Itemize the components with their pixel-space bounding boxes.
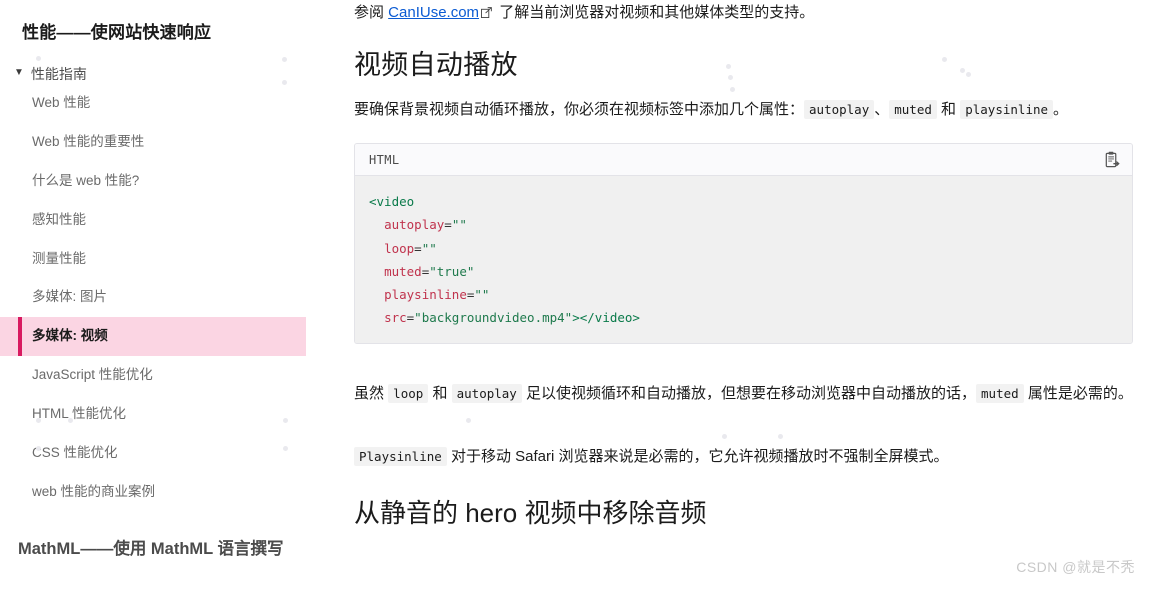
intro-text-after: 了解当前浏览器对视频和其他媒体类型的支持。: [495, 4, 815, 21]
attrs-separator-1: 、: [874, 101, 890, 118]
code-line-2-attr: autoplay: [384, 217, 445, 233]
code-block-header: HTML: [355, 144, 1132, 177]
loop-text-part2: 和: [428, 385, 452, 402]
inline-code-playsinline: playsinline: [960, 100, 1054, 119]
decorative-dot: [730, 87, 735, 92]
inline-code-autoplay: autoplay: [804, 100, 875, 119]
sidebar-item-what-is-web-performance[interactable]: 什么是 web 性能?: [0, 162, 306, 201]
code-line-2-eq: =: [444, 217, 452, 233]
sidebar-section-mathml[interactable]: MathML——使用 MathML 语言撰写: [0, 512, 306, 562]
sidebar-item-measuring-performance[interactable]: 测量性能: [0, 240, 306, 279]
sidebar-item-javascript-performance[interactable]: JavaScript 性能优化: [0, 356, 306, 395]
clipboard-copy-icon[interactable]: [1103, 151, 1120, 169]
code-block-language-label: HTML: [369, 153, 400, 168]
sidebar-group-label: 性能指南: [30, 66, 87, 83]
code-line-5-attr: playsinline: [384, 286, 467, 302]
heading-remove-audio: 从静音的 hero 视频中移除音频: [354, 497, 707, 528]
paragraph-required-attributes: 要确保背景视频自动循环播放，你必须在视频标签中添加几个属性： autoplay、 m…: [354, 97, 1133, 123]
sidebar: 性能——使网站快速响应 ▼ 性能指南 Web 性能 Web 性能的重要性 什么是…: [0, 0, 306, 591]
sidebar-item-business-case[interactable]: web 性能的商业案例: [0, 473, 306, 512]
attrs-text-end: 。: [1053, 101, 1069, 118]
code-line-4-attr: muted: [384, 263, 422, 279]
code-line-3-attr: loop: [384, 240, 415, 256]
code-line-6-attr: src: [384, 309, 407, 325]
sidebar-item-multimedia-video[interactable]: 多媒体: 视频: [0, 317, 306, 357]
inline-code-muted-2: muted: [976, 384, 1024, 403]
code-line-5-str: "": [474, 286, 490, 302]
sidebar-item-web-performance-importance[interactable]: Web 性能的重要性: [0, 123, 306, 162]
sidebar-item-perceived-performance[interactable]: 感知性能: [0, 201, 306, 240]
code-line-6-closer: ></video>: [572, 309, 640, 325]
inline-code-autoplay-2: autoplay: [451, 384, 522, 403]
code-block-body[interactable]: <video autoplay="" loop="" muted="true" …: [355, 176, 1132, 343]
loop-text-part3: 足以使视频循环和自动播放，但想要在移动浏览器中自动播放的话，: [521, 385, 977, 402]
csdn-watermark: CSDN @就是不秃: [1016, 559, 1135, 575]
paragraph-playsinline: Playsinline 对于移动 Safari 浏览器来说是必需的，它允许视频播…: [354, 444, 1133, 470]
code-block: HTML <video autoplay="" loop="" muted="t…: [354, 143, 1133, 344]
code-line-6-str: "backgroundvideo.mp4": [414, 309, 573, 325]
page-root: 性能——使网站快速响应 ▼ 性能指南 Web 性能 Web 性能的重要性 什么是…: [0, 0, 1153, 591]
sidebar-group-performance-guide[interactable]: ▼ 性能指南: [0, 44, 306, 84]
caniuse-link[interactable]: CanIUse.com: [388, 4, 479, 21]
code-line-2-str: "": [451, 217, 467, 233]
intro-text-before: 参阅: [354, 4, 389, 21]
code-line-3-str: "": [421, 240, 437, 256]
heading-video-autoplay: 视频自动播放: [354, 50, 518, 81]
inline-code-loop: loop: [388, 384, 429, 403]
loop-text-part4: 属性是必需的。: [1023, 385, 1133, 402]
sidebar-list: Web 性能 Web 性能的重要性 什么是 web 性能? 感知性能 测量性能 …: [0, 84, 306, 512]
attrs-separator-2: 和: [936, 101, 961, 118]
sidebar-item-multimedia-images[interactable]: 多媒体: 图片: [0, 278, 306, 317]
external-link-icon: [481, 1, 492, 27]
code-line-3-eq: =: [414, 240, 422, 256]
sidebar-title: 性能——使网站快速响应: [22, 23, 212, 42]
main-content: 参阅 CanIUse.com 了解当前浏览器对视频和其他媒体类型的支持。 视频自…: [306, 0, 1153, 591]
inline-code-muted: muted: [889, 100, 937, 119]
sidebar-item-web-performance[interactable]: Web 性能: [0, 84, 306, 123]
decorative-dot: [722, 434, 727, 439]
loop-text-part1: 虽然: [354, 385, 389, 402]
code-line-1-tag: <video: [369, 194, 415, 210]
paragraph-loop-autoplay: 虽然 loop 和 autoplay 足以使视频循环和自动播放，但想要在移动浏览…: [354, 381, 1133, 407]
decorative-dot: [778, 434, 783, 439]
inline-code-playsinline-2: Playsinline: [354, 447, 447, 467]
code-line-4-str: "true": [429, 263, 475, 279]
chevron-down-icon[interactable]: ▼: [14, 68, 24, 78]
intro-paragraph: 参阅 CanIUse.com 了解当前浏览器对视频和其他媒体类型的支持。: [354, 0, 1133, 27]
sidebar-item-html-performance[interactable]: HTML 性能优化: [0, 395, 306, 434]
playsinline-text: 对于移动 Safari 浏览器来说是必需的，它允许视频播放时不强制全屏模式。: [446, 448, 949, 466]
sidebar-item-css-performance[interactable]: CSS 性能优化: [0, 434, 306, 473]
attrs-text-part1: 要确保背景视频自动循环播放，你必须在视频标签中添加几个属性：: [354, 101, 805, 118]
sidebar-inner: 性能——使网站快速响应 ▼ 性能指南 Web 性能 Web 性能的重要性 什么是…: [0, 0, 306, 562]
